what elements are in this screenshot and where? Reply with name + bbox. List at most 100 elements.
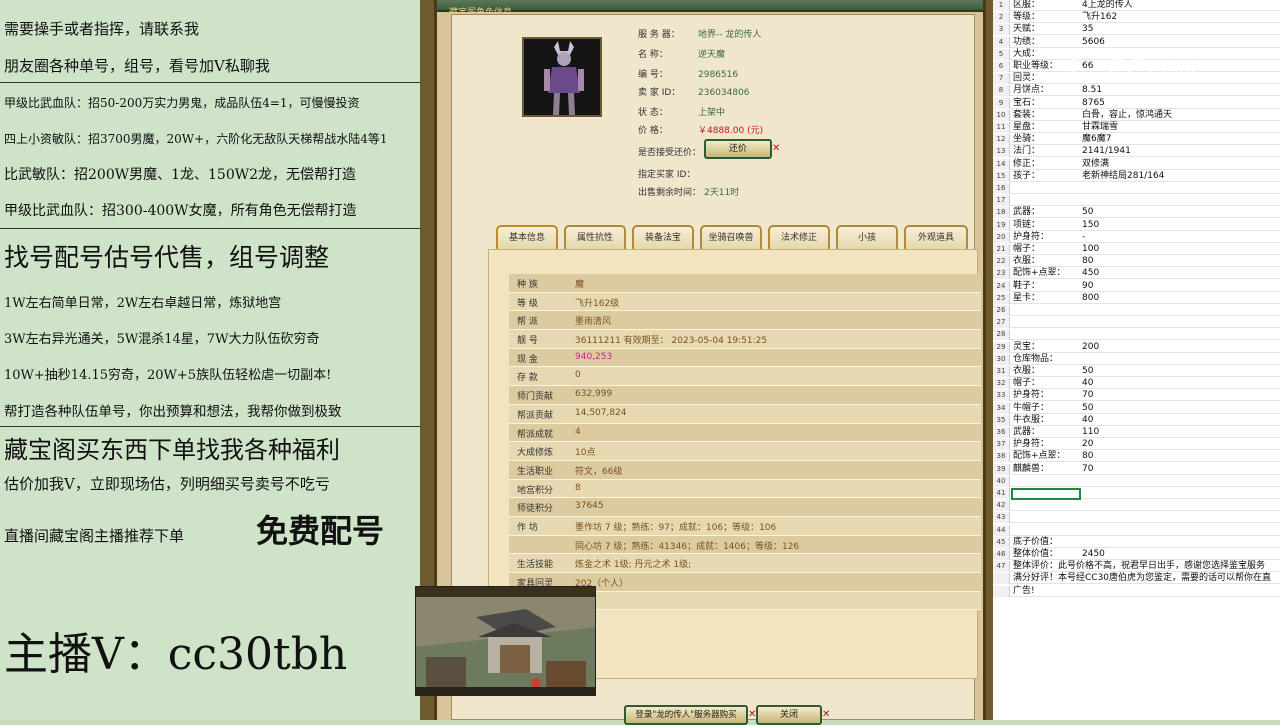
sheet-row[interactable]: 40 — [993, 475, 1280, 487]
cell-value[interactable]: 2141/1941 — [1082, 146, 1131, 157]
cell-value[interactable]: 2450 — [1082, 549, 1105, 560]
cell-label[interactable]: 大成： — [1013, 49, 1040, 60]
sheet-row[interactable]: 10 套装： 白骨，容止，惊鸿通天 — [993, 109, 1280, 121]
cell-label[interactable]: 衣服： — [1013, 366, 1040, 377]
cell-value[interactable]: 35 — [1082, 24, 1093, 35]
cell-label[interactable]: 衣服： — [1013, 256, 1040, 267]
sheet-row[interactable]: 30 仓库物品： — [993, 353, 1280, 365]
cell-value[interactable]: 50 — [1082, 207, 1093, 218]
sheet-row[interactable]: 28 — [993, 329, 1280, 341]
sheet-row[interactable]: 42 — [993, 500, 1280, 512]
sheet-row[interactable]: 23 配饰+点翠： 450 — [993, 268, 1280, 280]
cell-value[interactable]: 甘霖瑞雪 — [1082, 122, 1118, 133]
cell-value[interactable]: 8765 — [1082, 98, 1105, 109]
cell-label[interactable]: 坐骑： — [1013, 134, 1040, 145]
cell-value[interactable]: 40 — [1082, 415, 1093, 426]
cell-value[interactable]: 魔6魔7 — [1082, 134, 1111, 145]
tab-mounts[interactable]: 坐骑召唤兽 — [700, 225, 762, 249]
sheet-row[interactable]: 34 牛帽子： 50 — [993, 402, 1280, 414]
cell-value[interactable]: 双修满 — [1082, 159, 1109, 170]
close-button[interactable]: 关闭 — [756, 705, 822, 725]
cell-label[interactable]: 整体价值： — [1013, 549, 1058, 560]
cell-value[interactable]: 200 — [1082, 342, 1099, 353]
cell-value[interactable]: 50 — [1082, 403, 1093, 414]
cell-label[interactable]: 护身符： — [1013, 390, 1049, 401]
cell-label[interactable]: 仓库物品： — [1013, 354, 1058, 365]
sheet-row[interactable]: 9 宝石： 8765 — [993, 97, 1280, 109]
cell-value[interactable]: 150 — [1082, 220, 1099, 231]
cell-label[interactable]: 区服： — [1013, 0, 1040, 11]
close-icon[interactable]: ✕ — [822, 709, 830, 720]
cell-label[interactable]: 帽子： — [1013, 378, 1040, 389]
cell-label[interactable]: 满分好评！本号经CC30唐伯虎为您鉴定，需要的话可以帮你在直 — [1013, 573, 1271, 584]
cell-label[interactable]: 回灵： — [1013, 73, 1040, 84]
cell-label[interactable]: 灵宝： — [1013, 342, 1040, 353]
selected-cell[interactable] — [1011, 488, 1081, 500]
cell-label[interactable]: 武器： — [1013, 427, 1040, 438]
cell-value[interactable]: 90 — [1082, 281, 1093, 292]
login-buy-button[interactable]: 登录"龙的传人"服务器购买 — [624, 705, 748, 725]
counter-offer-button[interactable]: 还价 — [704, 139, 772, 159]
sheet-row[interactable]: 12 坐骑： 魔6魔7 — [993, 134, 1280, 146]
cell-label[interactable]: 星卡： — [1013, 293, 1040, 304]
cell-value[interactable]: 白骨，容止，惊鸿通天 — [1082, 110, 1172, 121]
sheet-row[interactable]: 18 武器： 50 — [993, 207, 1280, 219]
cell-value[interactable]: 老新神结局281/164 — [1082, 171, 1164, 182]
cell-label[interactable]: 月饼点： — [1013, 85, 1049, 96]
sheet-row[interactable]: 47 整体评价：此号价格不高，祝君早日出手，感谢您选择鉴宝服务 — [993, 561, 1280, 573]
sheet-row[interactable]: 21 帽子： 100 — [993, 244, 1280, 255]
sheet-row[interactable]: 15 孩子： 老新神结局281/164 — [993, 170, 1280, 182]
cell-value[interactable]: 110 — [1082, 427, 1099, 438]
cell-label[interactable]: 武器： — [1013, 207, 1040, 218]
cell-label[interactable]: 功绩： — [1013, 37, 1040, 48]
sheet-row[interactable]: 满分好评！本号经CC30唐伯虎为您鉴定，需要的话可以帮你在直 — [993, 573, 1280, 585]
sheet-row[interactable]: 41 — [993, 488, 1280, 500]
cell-label[interactable]: 配饰+点翠： — [1013, 268, 1066, 279]
sheet-row[interactable]: 广告! — [993, 585, 1280, 597]
sheet-row[interactable]: 3 天赋： 35 — [993, 24, 1280, 36]
cell-label[interactable]: 护身符： — [1013, 439, 1049, 450]
cell-label[interactable]: 修正： — [1013, 159, 1040, 170]
cell-label[interactable]: 鞋子： — [1013, 281, 1040, 292]
cell-value[interactable]: 80 — [1082, 256, 1093, 267]
cell-label[interactable]: 等级： — [1013, 12, 1040, 23]
sheet-row[interactable]: 31 衣服： 50 — [993, 366, 1280, 377]
sheet-row[interactable]: 32 帽子： 40 — [993, 378, 1280, 390]
sheet-row[interactable]: 2 等级： 飞升162 — [993, 12, 1280, 24]
sheet-row[interactable]: 16 — [993, 183, 1280, 194]
cell-label[interactable]: 项链： — [1013, 220, 1040, 231]
tab-attributes[interactable]: 属性抗性 — [564, 225, 626, 249]
sheet-row[interactable]: 39 麒麟兽： 70 — [993, 463, 1280, 475]
cell-label[interactable]: 麒麟兽： — [1013, 464, 1049, 475]
sheet-row[interactable]: 36 武器： 110 — [993, 427, 1280, 438]
cell-value[interactable]: 20 — [1082, 439, 1093, 450]
sheet-row[interactable]: 13 法门： 2141/1941 — [993, 146, 1280, 158]
cell-value[interactable]: 800 — [1082, 293, 1099, 304]
sheet-row[interactable]: 44 — [993, 524, 1280, 536]
sheet-row[interactable]: 22 衣服： 80 — [993, 256, 1280, 268]
cell-value[interactable]: 450 — [1082, 268, 1099, 279]
cell-label[interactable]: 职业等级： — [1013, 61, 1058, 72]
sheet-row[interactable]: 37 护身符： 20 — [993, 439, 1280, 451]
sheet-row[interactable]: 33 护身符： 70 — [993, 390, 1280, 402]
sheet-row[interactable]: 45 底子价值： — [993, 536, 1280, 548]
cell-label[interactable]: 孩子： — [1013, 171, 1040, 182]
cell-value[interactable]: 100 — [1082, 244, 1099, 255]
cell-label[interactable]: 帽子： — [1013, 244, 1040, 255]
sheet-row[interactable]: 38 配饰+点翠： 80 — [993, 451, 1280, 463]
cell-label[interactable]: 广告! — [1013, 586, 1035, 597]
cell-label[interactable]: 护身符： — [1013, 232, 1049, 243]
cell-label[interactable]: 配饰+点翠： — [1013, 451, 1066, 462]
tab-appearance[interactable]: 外观道具 — [904, 225, 968, 249]
sheet-row[interactable]: 29 灵宝： 200 — [993, 341, 1280, 353]
cell-value[interactable]: 40 — [1082, 378, 1093, 389]
cell-label[interactable]: 牛帽子： — [1013, 403, 1049, 414]
cell-value[interactable]: 70 — [1082, 390, 1093, 401]
spreadsheet[interactable]: 1 区服： 4上龙的传人 2 等级： 飞升162 3 天赋： 35 4 功绩： 5606 5 大成： 6 职业… — [993, 0, 1280, 720]
close-icon[interactable]: ✕ — [772, 143, 780, 154]
cell-label[interactable]: 星盘： — [1013, 122, 1040, 133]
cell-label[interactable]: 天赋： — [1013, 24, 1040, 35]
sheet-row[interactable]: 14 修正： 双修满 — [993, 158, 1280, 170]
sheet-row[interactable]: 27 — [993, 317, 1280, 329]
cell-value[interactable]: 飞升162 — [1082, 12, 1117, 23]
